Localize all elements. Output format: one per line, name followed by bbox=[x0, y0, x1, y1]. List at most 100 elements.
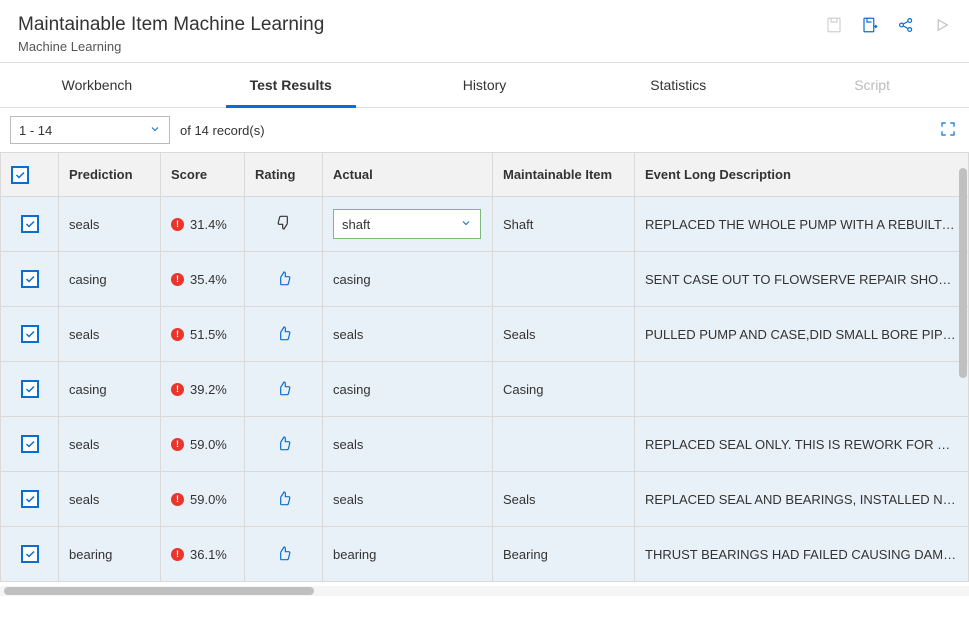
share-icon[interactable] bbox=[897, 16, 915, 34]
row-checkbox[interactable] bbox=[21, 380, 39, 398]
cell-actual: bearing bbox=[323, 527, 493, 582]
row-checkbox[interactable] bbox=[21, 215, 39, 233]
cell-rating bbox=[245, 417, 323, 472]
cell-rating bbox=[245, 197, 323, 252]
range-selector[interactable]: 1 - 14 bbox=[10, 116, 170, 144]
cell-actual: casing bbox=[323, 362, 493, 417]
score-value: 31.4% bbox=[190, 217, 227, 232]
cell-rating bbox=[245, 252, 323, 307]
row-checkbox[interactable] bbox=[21, 545, 39, 563]
score-value: 36.1% bbox=[190, 547, 227, 562]
cell-actual: seals bbox=[323, 307, 493, 362]
thumbs-up-icon[interactable] bbox=[276, 545, 292, 561]
select-all-checkbox[interactable] bbox=[11, 166, 29, 184]
cell-description: REPLACED THE WHOLE PUMP WITH A REBUILT U… bbox=[635, 197, 969, 252]
cell-prediction: casing bbox=[59, 252, 161, 307]
cell-description: PULLED PUMP AND CASE,DID SMALL BORE PIPI… bbox=[635, 307, 969, 362]
cell-rating bbox=[245, 362, 323, 417]
score-value: 35.4% bbox=[190, 272, 227, 287]
thumbs-up-icon[interactable] bbox=[276, 325, 292, 341]
alert-icon: ! bbox=[171, 438, 184, 451]
cell-score: ! 35.4% bbox=[161, 252, 245, 307]
tab-history[interactable]: History bbox=[388, 63, 582, 107]
table-row: casing!39.2%casingCasing bbox=[1, 362, 969, 417]
cell-score: !36.1% bbox=[161, 527, 245, 582]
cell-rating bbox=[245, 307, 323, 362]
horizontal-scrollbar-thumb[interactable] bbox=[4, 587, 314, 595]
cell-actual: seals bbox=[323, 472, 493, 527]
column-header-select[interactable] bbox=[1, 153, 59, 197]
tab-test-results[interactable]: Test Results bbox=[194, 63, 388, 107]
thumbs-down-icon[interactable] bbox=[276, 215, 292, 231]
cell-maintainable: Shaft bbox=[493, 197, 635, 252]
records-count-label: of 14 record(s) bbox=[180, 123, 265, 138]
alert-icon: ! bbox=[171, 273, 184, 286]
alert-icon: ! bbox=[171, 218, 184, 231]
cell-prediction: seals bbox=[59, 417, 161, 472]
alert-icon: ! bbox=[171, 328, 184, 341]
tab-script: Script bbox=[775, 63, 969, 107]
cell-actual: seals bbox=[323, 417, 493, 472]
chevron-down-icon bbox=[149, 123, 161, 138]
cell-description bbox=[635, 362, 969, 417]
page-title: Maintainable Item Machine Learning bbox=[18, 14, 324, 36]
table-row: casing! 35.4% casing SENT CASE OUT TO FLOWS… bbox=[1, 252, 969, 307]
cell-maintainable bbox=[493, 417, 635, 472]
cell-maintainable: Casing bbox=[493, 362, 635, 417]
cell-score: ! 51.5% bbox=[161, 307, 245, 362]
cell-maintainable: Seals bbox=[493, 307, 635, 362]
tab-statistics[interactable]: Statistics bbox=[581, 63, 775, 107]
cell-score: ! 59.0% bbox=[161, 417, 245, 472]
range-value: 1 - 14 bbox=[19, 123, 52, 138]
column-header-score[interactable]: Score bbox=[161, 153, 245, 197]
cell-description: THRUST BEARINGS HAD FAILED CAUSING DAMAG… bbox=[635, 527, 969, 582]
fullscreen-icon[interactable] bbox=[939, 120, 959, 140]
column-header-prediction[interactable]: Prediction bbox=[59, 153, 161, 197]
tab-workbench[interactable]: Workbench bbox=[0, 63, 194, 107]
cell-score: !39.2% bbox=[161, 362, 245, 417]
cell-rating bbox=[245, 527, 323, 582]
page-header: Maintainable Item Machine Learning Machi… bbox=[0, 0, 969, 63]
row-checkbox[interactable] bbox=[21, 325, 39, 343]
cell-prediction: seals bbox=[59, 197, 161, 252]
play-icon[interactable] bbox=[933, 16, 951, 34]
cell-prediction: seals bbox=[59, 307, 161, 362]
column-header-rating[interactable]: Rating bbox=[245, 153, 323, 197]
score-value: 59.0% bbox=[190, 437, 227, 452]
actual-dropdown[interactable]: shaft bbox=[333, 209, 481, 239]
cell-maintainable: Bearing bbox=[493, 527, 635, 582]
thumbs-up-icon[interactable] bbox=[276, 380, 292, 396]
cell-maintainable bbox=[493, 252, 635, 307]
column-header-actual[interactable]: Actual bbox=[323, 153, 493, 197]
table-row: seals!59.0%sealsSealsREPLACED SEAL AND B… bbox=[1, 472, 969, 527]
thumbs-up-icon[interactable] bbox=[276, 270, 292, 286]
cell-actual: casing bbox=[323, 252, 493, 307]
actual-value: shaft bbox=[342, 217, 370, 232]
table-row: seals!51.5%sealsSealsPULLED PUMP AND CAS… bbox=[1, 307, 969, 362]
toolbar: 1 - 14 of 14 record(s) bbox=[0, 108, 969, 152]
row-checkbox[interactable] bbox=[21, 490, 39, 508]
cell-prediction: bearing bbox=[59, 527, 161, 582]
score-value: 39.2% bbox=[190, 382, 227, 397]
thumbs-up-icon[interactable] bbox=[276, 490, 292, 506]
cell-description: REPLACED SEAL AND BEARINGS, INSTALLED NE… bbox=[635, 472, 969, 527]
table-row: bearing!36.1%bearingBearingTHRUST BEARIN… bbox=[1, 527, 969, 582]
cell-prediction: seals bbox=[59, 472, 161, 527]
row-checkbox[interactable] bbox=[21, 435, 39, 453]
cell-prediction: casing bbox=[59, 362, 161, 417]
cell-description: SENT CASE OUT TO FLOWSERVE REPAIR SHOP T… bbox=[635, 252, 969, 307]
save-icon[interactable] bbox=[825, 16, 843, 34]
column-header-maintainable[interactable]: Maintainable Item bbox=[493, 153, 635, 197]
score-value: 51.5% bbox=[190, 327, 227, 342]
vertical-scrollbar[interactable] bbox=[959, 168, 967, 578]
score-value: 59.0% bbox=[190, 492, 227, 507]
export-icon[interactable] bbox=[861, 16, 879, 34]
horizontal-scrollbar[interactable] bbox=[0, 586, 969, 596]
table-row: seals!59.0%sealsREPLACED SEAL ONLY. THIS… bbox=[1, 417, 969, 472]
thumbs-up-icon[interactable] bbox=[276, 435, 292, 451]
row-checkbox[interactable] bbox=[21, 270, 39, 288]
vertical-scrollbar-thumb[interactable] bbox=[959, 168, 967, 378]
cell-score: ! 31.4% bbox=[161, 197, 245, 252]
header-actions bbox=[825, 14, 951, 34]
column-header-description[interactable]: Event Long Description bbox=[635, 153, 969, 197]
